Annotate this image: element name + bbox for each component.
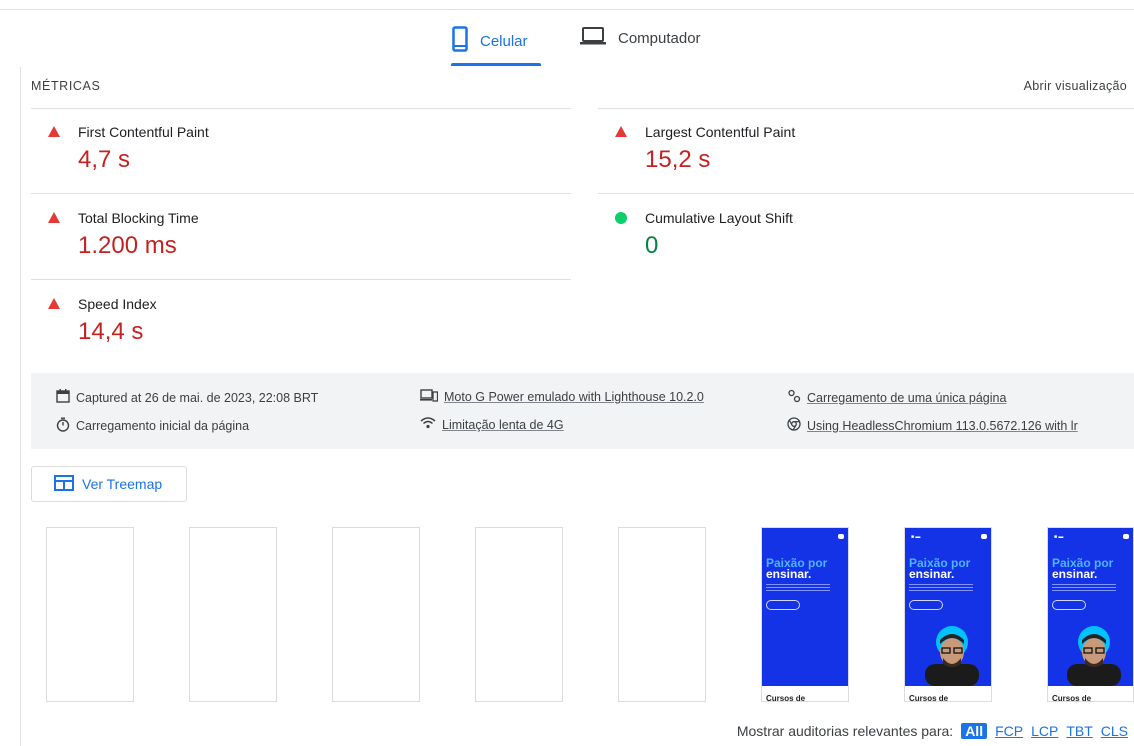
audit-filter: Mostrar auditorias relevantes para: All … (737, 723, 1128, 739)
fail-triangle-icon (48, 298, 60, 309)
screenshot-button (1052, 600, 1086, 610)
fail-triangle-icon (48, 212, 60, 223)
view-treemap-button[interactable]: Ver Treemap (31, 466, 187, 502)
pass-circle-icon (615, 212, 627, 224)
metric-name: Cumulative Layout Shift (645, 210, 793, 226)
menu-icon (1123, 534, 1129, 539)
load-text: Carregamento inicial da página (76, 419, 250, 433)
metric-value: 1.200 ms (78, 232, 177, 259)
active-tab-indicator (451, 63, 541, 66)
screenshot-cut-text: Cursos de (766, 694, 806, 702)
info-device[interactable]: Moto G Power emulado with Lighthouse 10.… (420, 389, 704, 405)
throttling-text: Limitação lenta de 4G (442, 417, 564, 432)
laptop-icon (580, 26, 606, 50)
chrome-icon (787, 417, 801, 434)
filter-option-tbt[interactable]: TBT (1066, 723, 1092, 739)
screenshot-headline: Paixão por ensinar. (766, 556, 828, 581)
metrics-divider (31, 108, 571, 109)
filter-option-lcp[interactable]: LCP (1031, 723, 1058, 739)
metrics-title: MÉTRICAS (31, 79, 101, 93)
person-illustration-icon (1067, 626, 1121, 686)
filmstrip-frame (618, 527, 706, 702)
metric-value: 0 (645, 232, 659, 259)
tab-mobile-label: Celular (480, 32, 528, 50)
filmstrip-frame-screenshot: ■ ▬ Paixão por ensinar. Cursos de (1047, 527, 1134, 702)
filmstrip-frame-screenshot: ■ ▬ Paixão por ensinar. Cursos de (904, 527, 992, 702)
filmstrip-frame (475, 527, 563, 702)
metric-name: Total Blocking Time (78, 210, 199, 226)
logo-icon: ■ ▬ (1054, 534, 1064, 540)
logo-icon: ■ ▬ (911, 534, 921, 540)
session-text: Carregamento de uma única página (807, 390, 1007, 405)
metric-name: First Contentful Paint (78, 124, 209, 140)
left-divider (20, 67, 21, 746)
metric-value: 15,2 s (645, 146, 711, 173)
top-divider (0, 9, 1134, 10)
person-illustration-icon (925, 626, 979, 686)
metric-name: Largest Contentful Paint (645, 124, 796, 140)
timer-icon (56, 417, 70, 435)
info-session[interactable]: Carregamento de uma única página (787, 389, 1006, 406)
metrics-divider (31, 193, 571, 194)
tab-desktop-label: Computador (618, 29, 701, 47)
tab-mobile[interactable]: Celular (452, 26, 528, 56)
screenshot-cut-text: Cursos de (1052, 694, 1092, 702)
screenshot-cut-text: Cursos de (909, 694, 949, 702)
captured-text: Captured at 26 de mai. de 2023, 22:08 BR… (76, 390, 319, 405)
person-icon (787, 389, 801, 406)
wifi-icon (420, 417, 436, 432)
treemap-icon (54, 474, 74, 494)
device-text: Moto G Power emulado with Lighthouse 10.… (444, 390, 704, 404)
metric-value: 14,4 s (78, 318, 144, 345)
screenshot-headline: Paixão por ensinar. (1052, 556, 1114, 581)
filmstrip-frame (46, 527, 134, 702)
metrics-divider (598, 108, 1134, 109)
screenshot-button (766, 600, 800, 610)
screenshot-subtext (766, 584, 830, 592)
browser-text: Using HeadlessChromium 113.0.5672.126 wi… (807, 418, 1078, 433)
menu-icon (838, 534, 844, 539)
metric-value: 4,7 s (78, 146, 131, 173)
runtime-info-panel: Captured at 26 de mai. de 2023, 22:08 BR… (31, 373, 1134, 449)
info-load: Carregamento inicial da página (56, 417, 249, 435)
menu-icon (981, 534, 987, 539)
treemap-button-label: Ver Treemap (82, 476, 163, 492)
info-browser[interactable]: Using HeadlessChromium 113.0.5672.126 wi… (787, 417, 1078, 434)
devices-icon (420, 389, 439, 405)
info-throttling[interactable]: Limitação lenta de 4G (420, 417, 564, 432)
smartphone-icon (452, 26, 468, 56)
screenshot-headline: Paixão por ensinar. (909, 556, 971, 581)
expand-view-link[interactable]: Abrir visualização (1024, 79, 1127, 93)
filmstrip-frame-screenshot: Paixão por ensinar. Cursos de (761, 527, 849, 702)
metric-name: Speed Index (78, 296, 157, 312)
metrics-divider (31, 279, 571, 280)
fail-triangle-icon (48, 126, 60, 137)
filmstrip-frame (332, 527, 420, 702)
filter-option-fcp[interactable]: FCP (995, 723, 1023, 739)
info-captured: Captured at 26 de mai. de 2023, 22:08 BR… (56, 389, 318, 406)
filter-option-all[interactable]: All (961, 723, 988, 739)
filter-option-cls[interactable]: CLS (1101, 723, 1128, 739)
metrics-divider (598, 193, 1134, 194)
screenshot-subtext (909, 584, 973, 592)
screenshot-subtext (1052, 584, 1116, 592)
calendar-icon (56, 389, 70, 406)
filter-label: Mostrar auditorias relevantes para: (736, 723, 954, 739)
screenshot-button (909, 600, 943, 610)
filmstrip-frame (189, 527, 277, 702)
fail-triangle-icon (615, 126, 627, 137)
tab-desktop[interactable]: Computador (580, 26, 701, 50)
